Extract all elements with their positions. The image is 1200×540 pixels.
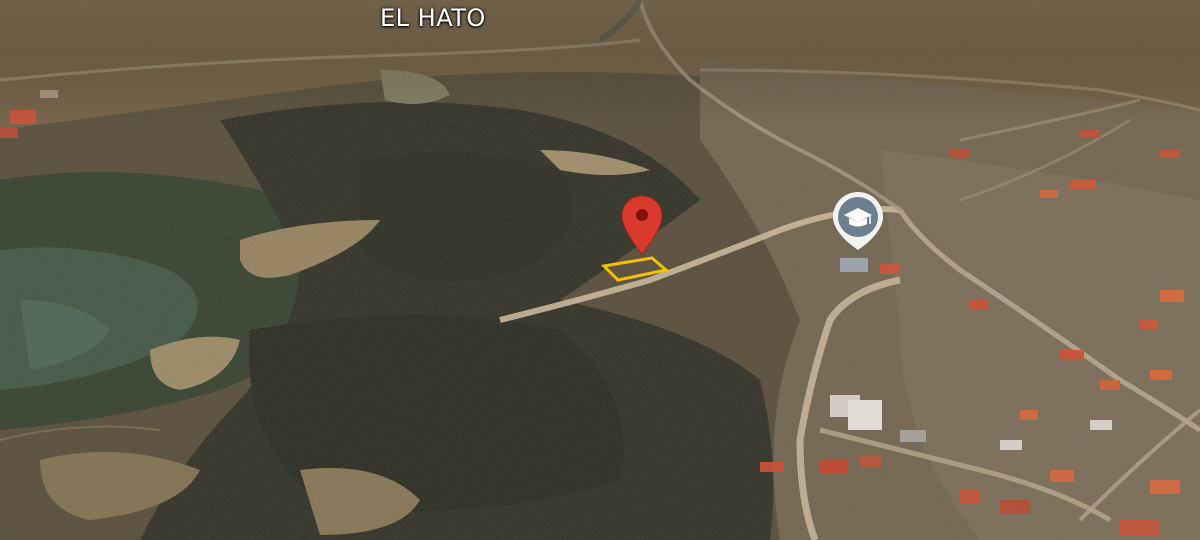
satellite-map[interactable]: EL HATO bbox=[0, 0, 1200, 540]
map-pin-icon[interactable] bbox=[620, 194, 664, 260]
place-label: EL HATO bbox=[380, 4, 486, 32]
graduation-cap-icon[interactable] bbox=[830, 190, 886, 254]
